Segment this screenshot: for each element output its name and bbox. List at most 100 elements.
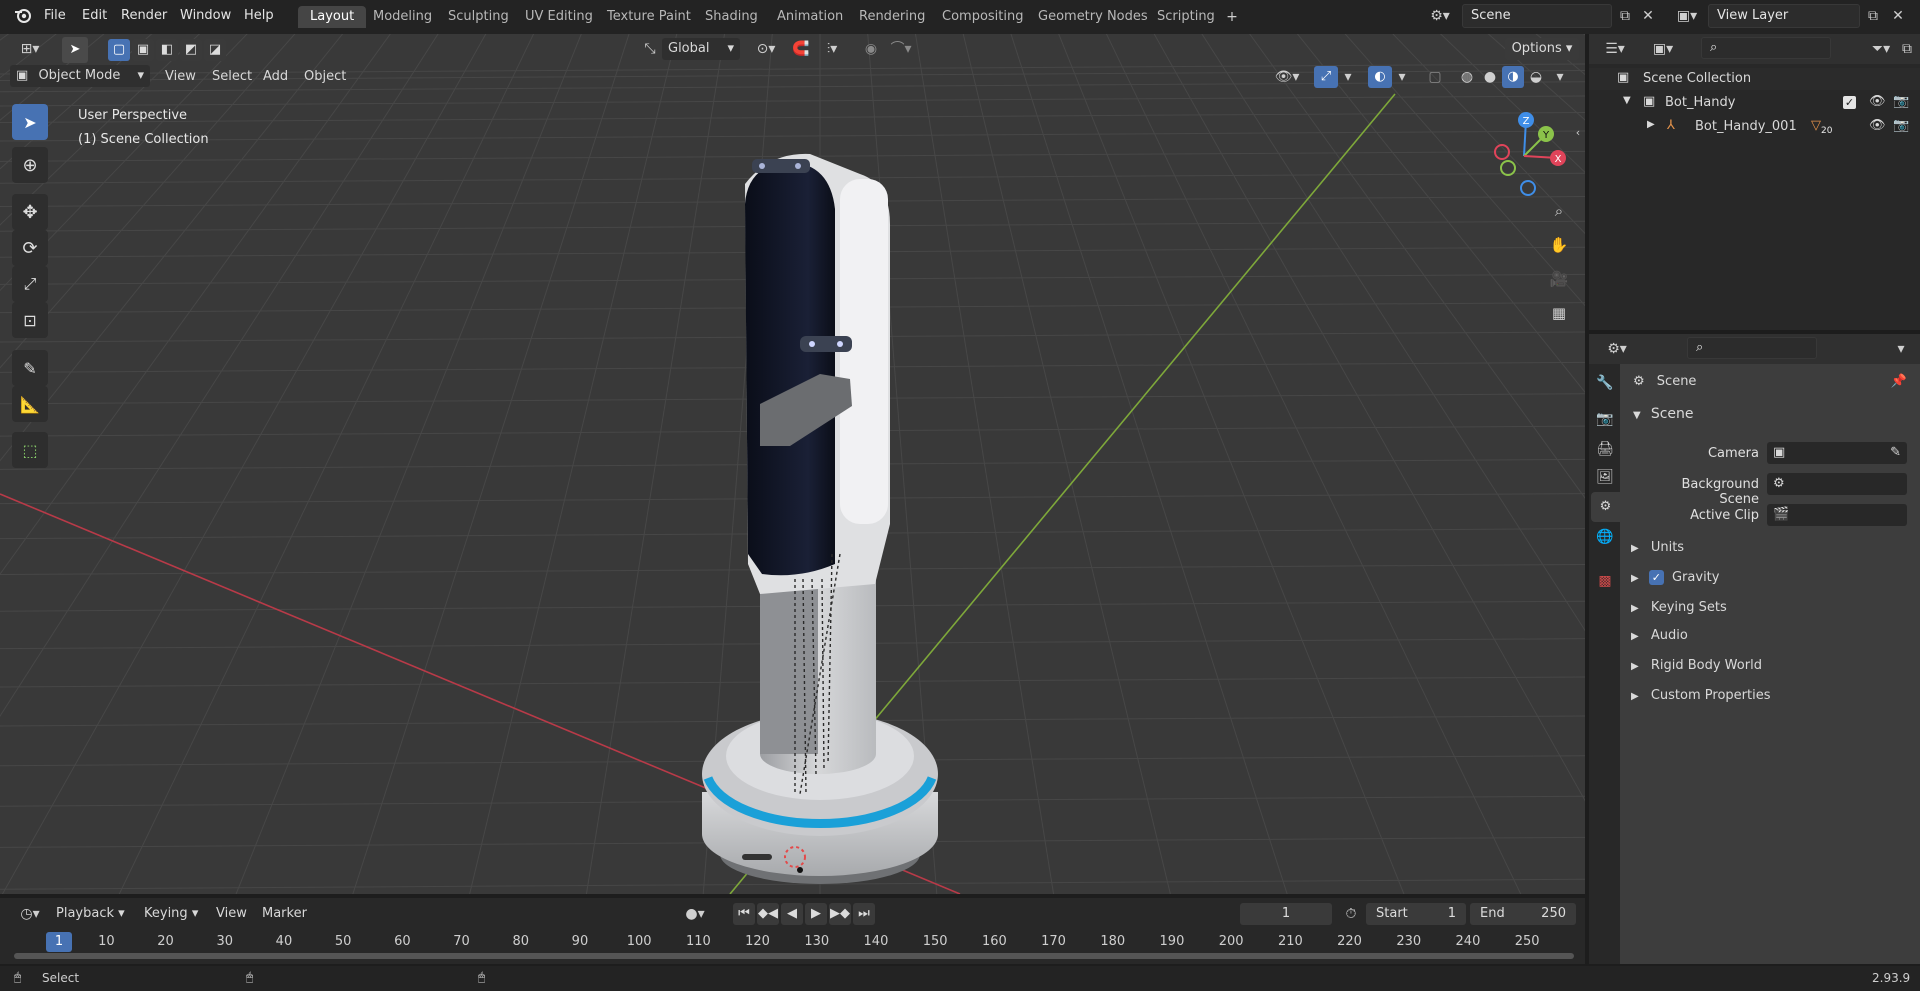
tab-sculpting[interactable]: Sculpting [436, 6, 521, 28]
tab-scripting[interactable]: Scripting [1145, 6, 1227, 28]
options-dropdown[interactable]: Options ▾ [1505, 38, 1579, 60]
collection-checkbox[interactable]: ✓ [1843, 96, 1856, 109]
menu-object[interactable]: Object [304, 69, 346, 84]
xray-toggle-icon[interactable]: ▢ [1424, 66, 1446, 88]
scene-tab-icon[interactable]: ⚙ [1591, 492, 1620, 522]
record-keyframe-icon[interactable]: ●▾ [678, 903, 712, 925]
menu-window[interactable]: Window [180, 8, 231, 23]
current-frame-field[interactable]: 1 [1240, 903, 1332, 925]
end-frame-field[interactable]: End 250 [1470, 903, 1576, 925]
tool-tab-icon[interactable]: 🔧 [1593, 372, 1617, 394]
tab-layout[interactable]: Layout [298, 6, 367, 28]
timeline-view-menu[interactable]: View [216, 906, 247, 921]
blender-logo-icon[interactable] [12, 6, 34, 31]
view-layer-field[interactable]: View Layer [1708, 4, 1860, 28]
annotate-tool-button[interactable]: ✎ [12, 350, 48, 386]
modifier-icon[interactable]: ▽ [1811, 118, 1821, 133]
frame-ruler[interactable]: 1 10 20 30 40 50 60 70 80 90 100 110 120 130 140 150 160… [0, 930, 1585, 960]
properties-editor-type-icon[interactable]: ⚙▾ [1599, 338, 1635, 360]
shading-dropdown-icon[interactable]: ▾ [1552, 66, 1568, 88]
tab-uv-editing[interactable]: UV Editing [513, 6, 605, 28]
background-scene-field[interactable]: ⚙ [1767, 473, 1907, 495]
visibility-dropdown-icon[interactable]: 👁▾ [1268, 66, 1306, 88]
eye-icon[interactable]: 👁 [1869, 118, 1886, 133]
select-tool-button[interactable]: ➤ [12, 104, 48, 140]
gizmo-toggle-icon[interactable]: ⤢ [1314, 66, 1338, 88]
camera-render-icon[interactable]: 📷 [1893, 118, 1909, 133]
tab-modeling[interactable]: Modeling [361, 6, 444, 28]
grid-perspective-icon[interactable]: ▦ [1546, 302, 1572, 324]
new-view-layer-icon[interactable]: ⧉ [1862, 5, 1884, 27]
gizmo-dropdown-icon[interactable]: ▾ [1340, 66, 1356, 88]
active-clip-field[interactable]: 🎬 [1767, 504, 1907, 526]
tab-compositing[interactable]: Compositing [930, 6, 1036, 28]
shading-solid-icon[interactable]: ● [1479, 66, 1501, 88]
texture-tab-icon[interactable]: ▩ [1593, 570, 1617, 592]
shading-wireframe-icon[interactable]: ◍ [1456, 66, 1478, 88]
timeline-editor-type-icon[interactable]: ◷▾ [12, 903, 48, 925]
tab-animation[interactable]: Animation [765, 6, 855, 28]
scene-name-field[interactable]: Scene [1462, 4, 1612, 28]
shading-material-icon[interactable]: ◑ [1502, 66, 1524, 88]
falloff-icon[interactable]: ⌒▾ [884, 38, 918, 60]
start-frame-field[interactable]: Start 1 [1366, 903, 1466, 925]
overlays-dropdown-icon[interactable]: ▾ [1394, 66, 1410, 88]
filter-icon[interactable]: ⏷▾ [1865, 38, 1897, 60]
select-box-tool-button[interactable]: ➤ [62, 37, 88, 63]
gravity-checkbox[interactable]: ✓ [1648, 570, 1664, 585]
outliner-row-scene-collection[interactable]: ▣ Scene Collection [1589, 68, 1920, 90]
timeline-marker-menu[interactable]: Marker [262, 906, 307, 921]
panel-keying-sets[interactable]: ▶ Keying Sets [1631, 596, 1911, 620]
camera-field[interactable]: ▣ ✎ [1767, 442, 1907, 464]
delete-view-layer-icon[interactable]: ✕ [1888, 5, 1908, 27]
editor-type-icon[interactable]: ⊞▾ [12, 38, 48, 60]
camera-view-icon[interactable]: 🎥 [1546, 268, 1572, 290]
jump-to-keyframe-prev-button[interactable]: ◆◀ [757, 903, 779, 925]
select-mode-invert-icon[interactable]: ◩ [180, 39, 202, 61]
3d-viewport[interactable]: ⊞▾ ➤ ▢ ▣ ◧ ◩ ◪ ⤡ Global ▾ ⊙▾ 🧲 ⫶▾ ◉ ⌒▾ O… [0, 34, 1585, 894]
tab-shading[interactable]: Shading [693, 6, 770, 28]
timeline-scrollbar[interactable] [14, 953, 1574, 959]
jump-to-keyframe-next-button[interactable]: ▶◆ [829, 903, 851, 925]
panel-custom-properties[interactable]: ▶ Custom Properties [1631, 684, 1911, 708]
select-mode-subtract-icon[interactable]: ◧ [156, 39, 178, 61]
playback-menu[interactable]: Playback ▾ [56, 906, 125, 921]
scene-section-header[interactable]: ▼ Scene [1623, 400, 1920, 428]
display-mode-icon[interactable]: ▣▾ [1647, 38, 1679, 60]
menu-edit[interactable]: Edit [82, 8, 107, 23]
properties-search-field[interactable]: ⌕ [1687, 337, 1817, 359]
menu-view[interactable]: View [165, 69, 196, 84]
select-mode-extend-icon[interactable]: ▣ [132, 39, 154, 61]
world-tab-icon[interactable]: 🌐 [1593, 526, 1617, 548]
menu-select[interactable]: Select [212, 69, 252, 84]
new-scene-icon[interactable]: ⧉ [1614, 5, 1636, 27]
outliner-editor-type-icon[interactable]: ☰▾ [1599, 38, 1631, 60]
play-button[interactable]: ▶ [805, 903, 827, 925]
select-mode-intersect-icon[interactable]: ◪ [204, 39, 226, 61]
camera-render-icon[interactable]: 📷 [1893, 94, 1909, 109]
scene-selector-icon[interactable]: ⚙▾ [1424, 5, 1456, 27]
viewport-collapse-icon[interactable]: ‹ [1572, 122, 1584, 144]
shading-rendered-icon[interactable]: ◒ [1525, 66, 1547, 88]
panel-gravity[interactable]: ▶ ✓ Gravity [1631, 566, 1911, 590]
tab-texture-paint[interactable]: Texture Paint [595, 6, 703, 28]
cursor-tool-button[interactable]: ⊕ [12, 147, 48, 183]
menu-file[interactable]: File [44, 8, 66, 23]
tab-rendering[interactable]: Rendering [847, 6, 937, 28]
move-tool-button[interactable]: ✥ [12, 194, 48, 230]
panel-audio[interactable]: ▶ Audio [1631, 624, 1911, 648]
menu-add[interactable]: Add [263, 69, 288, 84]
menu-help[interactable]: Help [244, 8, 274, 23]
overlays-toggle-icon[interactable]: ◐ [1368, 66, 1392, 88]
tab-geometry-nodes[interactable]: Geometry Nodes [1026, 6, 1160, 28]
properties-options-icon[interactable]: ▾ [1889, 338, 1913, 360]
add-cube-tool-button[interactable]: ⬚ [12, 432, 48, 468]
outliner-row-object[interactable]: ▶ ⅄ Bot_Handy_001 ▽ 20 👁 📷 [1589, 116, 1920, 138]
transform-orientation-dropdown[interactable]: Global ▾ [662, 38, 740, 60]
measure-tool-button[interactable]: 📐 [12, 386, 48, 422]
expand-object-icon[interactable]: ▶ [1647, 119, 1655, 130]
pin-icon[interactable]: 📌 [1891, 374, 1907, 389]
jump-to-end-button[interactable]: ⏭ [853, 903, 875, 925]
menu-render[interactable]: Render [121, 8, 167, 23]
view-layer-tab-icon[interactable]: 🖼 [1593, 466, 1617, 488]
